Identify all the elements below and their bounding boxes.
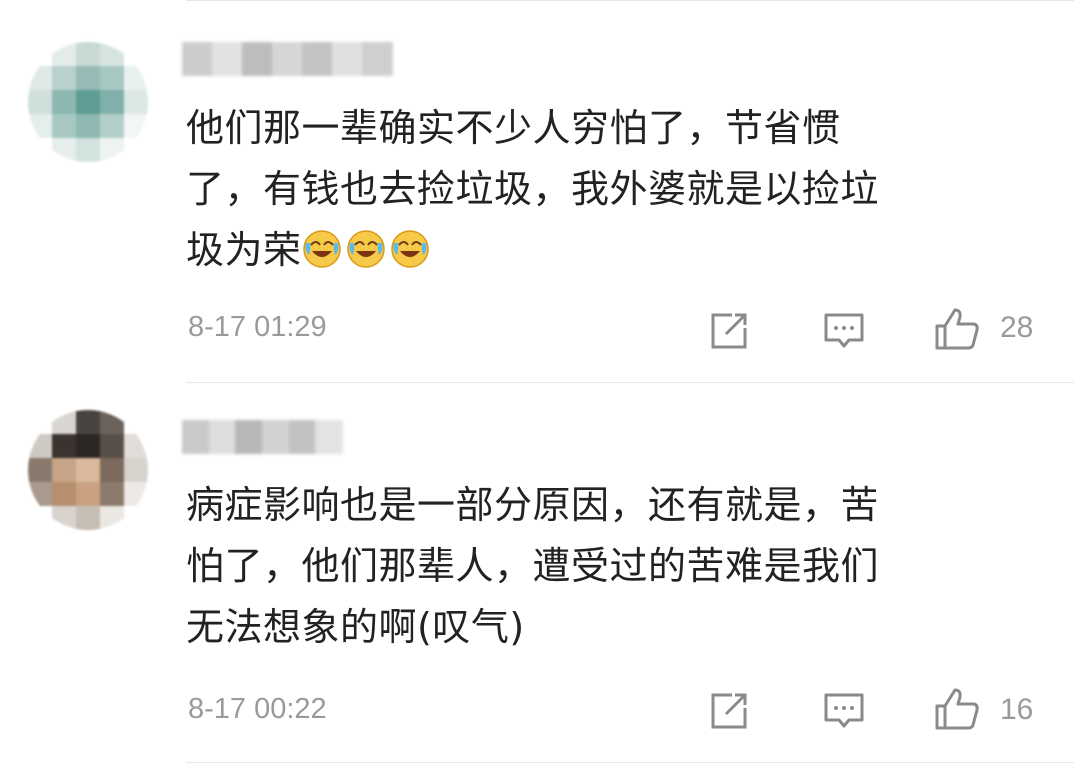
comment-icon[interactable] [823, 310, 865, 352]
avatar-mosaic-cell [28, 482, 52, 506]
comment-divider [186, 382, 1074, 383]
like-count: 28 [1000, 311, 1034, 344]
avatar-mosaic-cell [52, 506, 76, 530]
avatar-mosaic-cell [52, 458, 76, 482]
avatar-mosaic-cell [124, 42, 148, 66]
avatar-mosaic-cell [76, 506, 100, 530]
avatar-mosaic-cell [28, 66, 52, 90]
comment-icon[interactable] [823, 690, 865, 732]
avatar-mosaic-cell [76, 482, 100, 506]
avatar-mosaic-cell [52, 434, 76, 458]
avatar-mosaic-cell [52, 482, 76, 506]
avatar-mosaic-cell [76, 458, 100, 482]
comment-text: 病症影响也是一部分原因，还有就是，苦 怕了，他们那辈人，遭受过的苦难是我们 无法… [186, 475, 1016, 658]
username-mosaic-cell [362, 42, 393, 76]
avatar-mosaic-cell [52, 90, 76, 114]
crying-laughing-emoji-icon [390, 230, 429, 268]
avatar[interactable] [28, 42, 148, 162]
username-mosaic-cell [182, 42, 213, 76]
avatar-mosaic-cell [124, 434, 148, 458]
avatar-mosaic-cell [76, 410, 100, 434]
avatar-mosaic-cell [52, 66, 76, 90]
top-divider [186, 0, 1074, 1]
avatar-mosaic-cell [124, 138, 148, 162]
thumbs-up-icon[interactable] [934, 306, 980, 352]
thumbs-up-icon[interactable] [934, 686, 980, 732]
avatar-mosaic-cell [100, 42, 124, 66]
username-mosaic-cell [235, 420, 263, 454]
avatar-mosaic-cell [100, 66, 124, 90]
comment-text-line: 无法想象的啊(叹气) [186, 605, 525, 649]
username-mosaic-cell [212, 42, 243, 76]
avatar-mosaic-cell [28, 42, 52, 66]
username-blurred[interactable] [182, 420, 343, 454]
username-mosaic-cell [208, 420, 237, 454]
share-icon[interactable] [708, 690, 750, 732]
avatar-mosaic-cell [28, 434, 52, 458]
username-mosaic-cell [242, 42, 273, 76]
avatar-mosaic-cell [28, 114, 52, 138]
username-mosaic-cell [302, 42, 333, 76]
like-count: 16 [1000, 693, 1034, 726]
avatar-mosaic-cell [100, 114, 124, 138]
avatar-mosaic-cell [124, 114, 148, 138]
avatar-mosaic-cell [124, 458, 148, 482]
avatar-mosaic-cell [28, 506, 52, 530]
avatar-mosaic-cell [124, 506, 148, 530]
avatar-mosaic-cell [28, 410, 52, 434]
avatar-mosaic-cell [100, 506, 124, 530]
avatar-mosaic-cell [52, 42, 76, 66]
comment-text: 他们那一辈确实不少人穷怕了，节省惯 了，有钱也去捡垃圾，我外婆就是以捡垃 圾为荣 [186, 98, 1016, 281]
crying-laughing-emoji-icon [346, 230, 385, 268]
username-mosaic-cell [182, 420, 210, 454]
avatar-mosaic-cell [76, 434, 100, 458]
avatar-mosaic-cell [76, 90, 100, 114]
avatar-mosaic-cell [52, 114, 76, 138]
avatar-mosaic-cell [124, 66, 148, 90]
avatar-mosaic-cell [28, 458, 52, 482]
comment-text-line: 病症影响也是一部分原因，还有就是，苦 [186, 483, 880, 527]
avatar-mosaic-cell [124, 410, 148, 434]
crying-laughing-emoji-icon [302, 230, 341, 268]
avatar-mosaic-cell [76, 42, 100, 66]
avatar-mosaic-cell [124, 90, 148, 114]
share-icon[interactable] [708, 310, 750, 352]
username-mosaic-cell [272, 42, 303, 76]
username-mosaic-cell [315, 420, 343, 454]
comment-text-line: 圾为荣 [186, 220, 1016, 281]
avatar-mosaic-cell [76, 66, 100, 90]
username-mosaic-cell [288, 420, 317, 454]
avatar-mosaic-cell [100, 410, 124, 434]
avatar-mosaic-cell [100, 458, 124, 482]
avatar-mosaic-cell [28, 90, 52, 114]
avatar-mosaic-cell [100, 482, 124, 506]
username-blurred[interactable] [182, 42, 393, 76]
comment-text-line: 他们那一辈确实不少人穷怕了，节省惯 [186, 106, 841, 150]
avatar[interactable] [28, 410, 148, 530]
comment-timestamp: 8-17 01:29 [188, 311, 327, 343]
avatar-mosaic-cell [100, 138, 124, 162]
username-mosaic-cell [262, 420, 290, 454]
comment-text-line: 怕了，他们那辈人，遭受过的苦难是我们 [186, 544, 880, 588]
avatar-mosaic-cell [76, 138, 100, 162]
comment-text-line: 了，有钱也去捡垃圾，我外婆就是以捡垃 [186, 167, 880, 211]
avatar-mosaic-cell [28, 138, 52, 162]
avatar-mosaic-cell [124, 482, 148, 506]
avatar-mosaic-cell [76, 114, 100, 138]
avatar-mosaic-cell [100, 434, 124, 458]
comment-text-fragment: 圾为荣 [186, 228, 302, 272]
comment-divider [186, 762, 1074, 763]
avatar-mosaic-cell [100, 90, 124, 114]
comment-timestamp: 8-17 00:22 [188, 693, 327, 725]
username-mosaic-cell [332, 42, 363, 76]
avatar-mosaic-cell [52, 410, 76, 434]
avatar-mosaic-cell [52, 138, 76, 162]
